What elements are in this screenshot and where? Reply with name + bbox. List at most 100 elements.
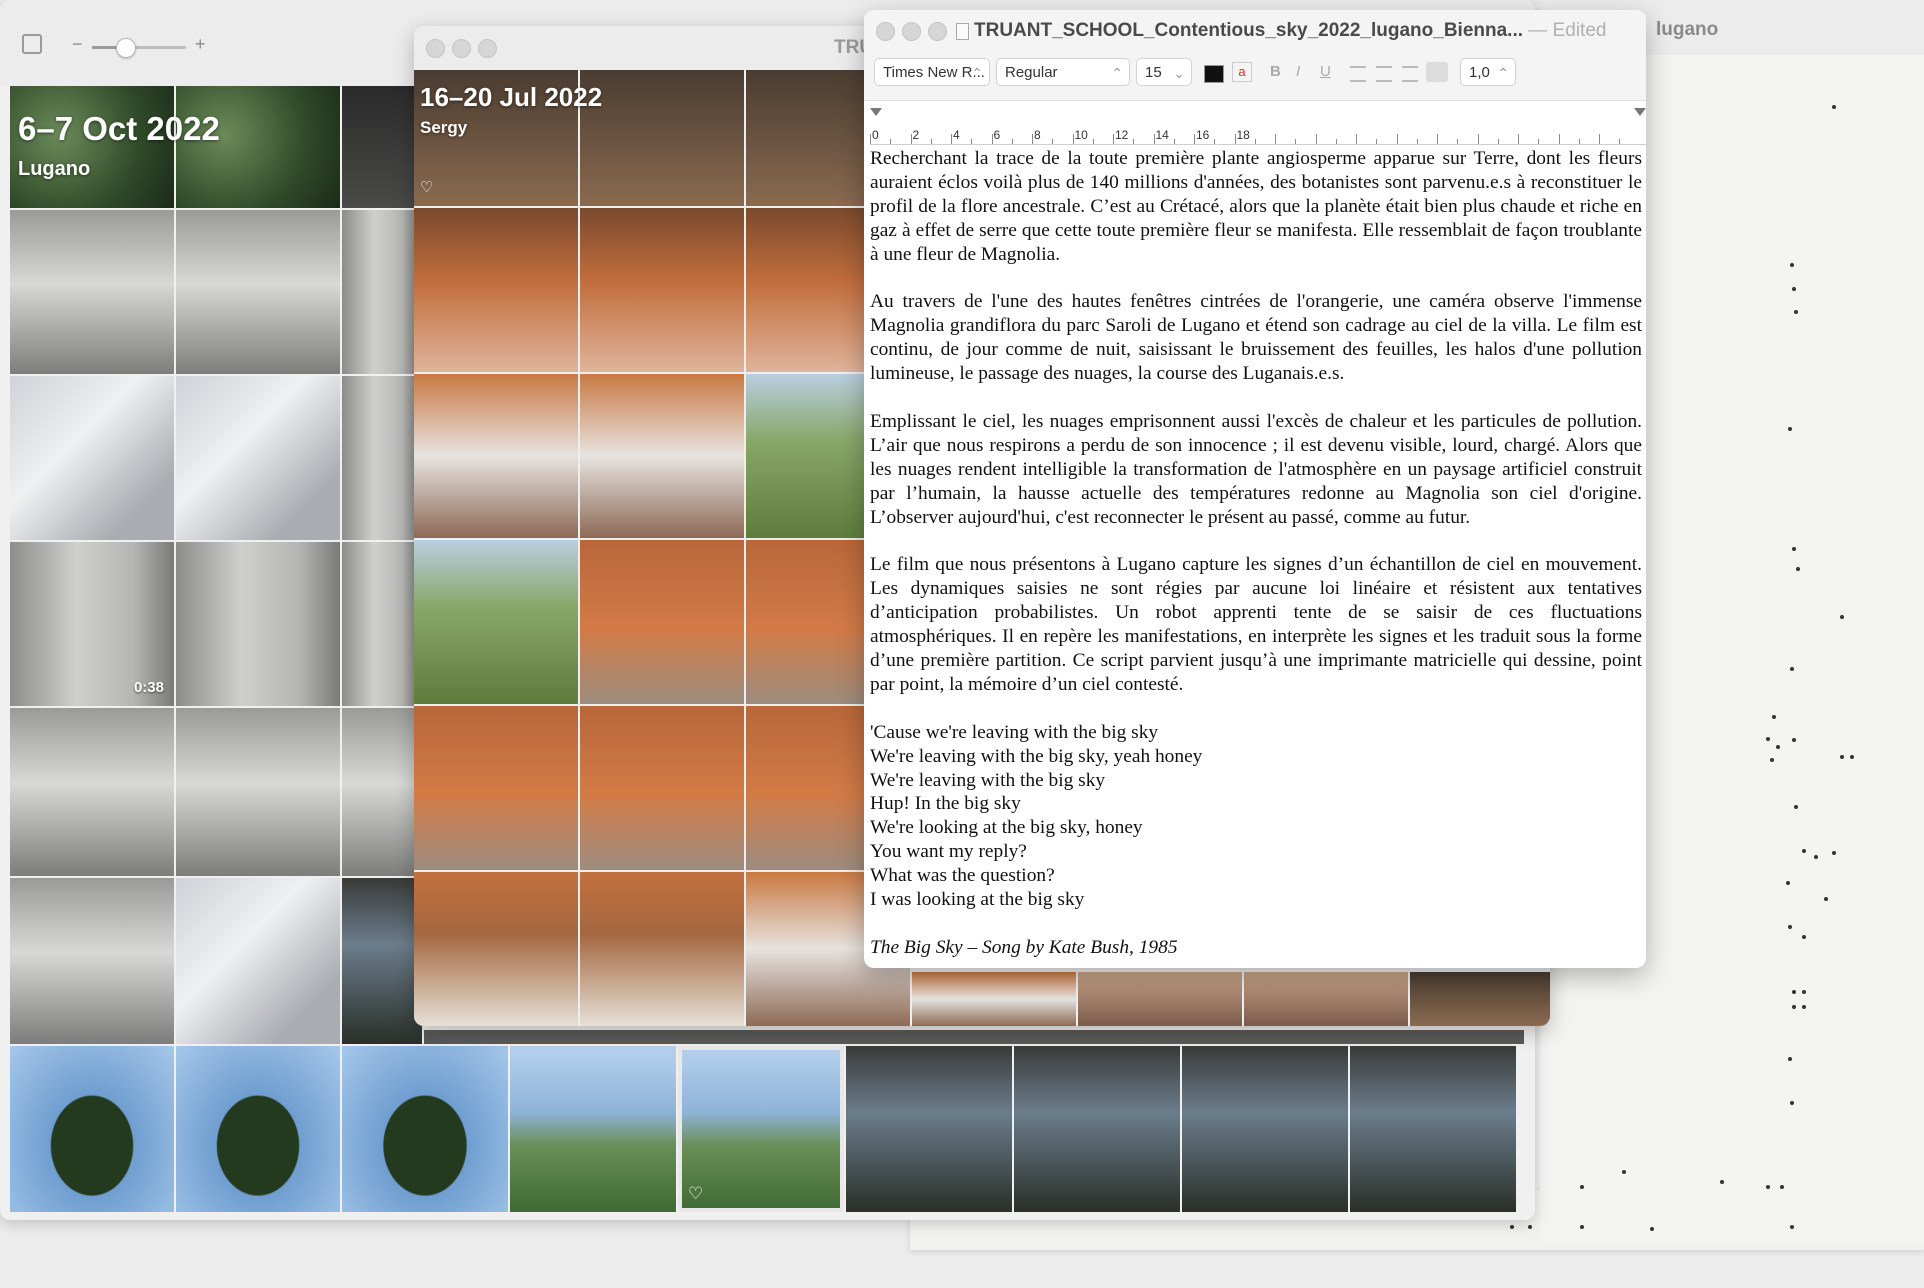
photo-tile[interactable] [1078,972,1242,1026]
line-spacing-select[interactable]: 1,0 ⌃ [1460,58,1516,86]
photo-tile[interactable] [580,540,744,704]
photo-tile[interactable] [846,1046,1012,1212]
minimize-button[interactable] [902,22,921,41]
font-size-combo[interactable]: 15 ⌄ [1136,58,1192,86]
minimize-button[interactable] [452,39,471,58]
photo-tile[interactable] [414,374,578,538]
ruler-tick [991,134,993,144]
document-body[interactable]: Recherchant la trace de la toute premièr… [870,147,1642,960]
zoom-out-button[interactable]: − [72,34,83,55]
heart-icon[interactable]: ♡ [420,178,433,196]
photo-tile[interactable] [342,86,422,208]
text-color-icon[interactable]: a [1232,62,1252,82]
photo-tile[interactable] [510,1046,676,1212]
document-name: TRUANT_SCHOOL_Contentious_sky_2022_lugan… [974,20,1524,41]
photo-tile[interactable] [1350,1046,1516,1212]
ruler-tick [910,134,912,144]
bold-button[interactable]: B [1270,63,1281,80]
photo-tile[interactable] [176,376,340,540]
photo-tile[interactable] [580,70,744,206]
ruler-tick [1335,139,1337,144]
text-ruler[interactable]: 0 2 4 6 8 10 12 14 16 18 [870,106,1646,145]
photo-tile[interactable] [414,540,578,704]
italic-button[interactable]: I [1296,63,1300,80]
ruler-tick [1416,139,1418,144]
video-duration: 0:38 [133,679,164,696]
photo-tile[interactable] [10,210,174,374]
font-style-select[interactable]: Regular ⌃ [996,58,1130,86]
ruler-tick [1518,134,1519,144]
photo-tile[interactable] [10,878,174,1044]
ruler-tick [951,134,952,144]
photo-tile[interactable] [342,878,422,1044]
ruler-tick [1295,139,1297,144]
ruler-tick [1173,139,1175,144]
photo-tile-selected[interactable]: ♡ [678,1046,844,1212]
sidebar-toggle-icon[interactable] [22,34,42,54]
ruler-tick [1356,134,1357,144]
paragraph: Le film que nous présentons à Lugano cap… [870,554,1642,695]
photo-tile[interactable] [1182,1046,1348,1212]
photo-tile[interactable] [10,1046,174,1212]
zoom-button[interactable] [928,22,947,41]
zoom-button[interactable] [478,39,497,58]
photo-tile[interactable] [176,542,340,706]
paragraph: Au travers de l'une des hautes fenêtres … [870,291,1642,385]
ruler-tick [1133,139,1135,144]
photo-tile[interactable] [414,706,578,870]
photo-tile[interactable] [342,708,422,876]
photo-tile[interactable] [342,1046,508,1212]
updown-chevron-icon: ⌃ [1111,65,1123,81]
ruler-tick [971,139,973,144]
photo-tile[interactable] [176,878,340,1044]
align-right-icon[interactable] [1402,66,1418,82]
color-well-icon[interactable] [1204,65,1224,83]
ruler-tick [1032,134,1033,144]
lyric-line: You want my reply? [870,841,1027,863]
zoom-slider-knob[interactable] [115,38,136,58]
font-family-select[interactable]: Times New R... ⌃ [874,58,990,86]
ruler-tick [1092,139,1094,144]
right-margin-marker-icon[interactable] [1634,108,1646,116]
textedit-titlebar: TRUANT_SCHOOL_Contentious_sky_2022_lugan… [864,10,1646,101]
close-button[interactable] [876,22,895,41]
photo-tile[interactable] [10,708,174,876]
ruler-tick [1275,134,1276,144]
align-left-icon[interactable] [1350,66,1366,82]
justify-icon[interactable] [1426,62,1448,82]
line-spacing-value: 1,0 [1469,64,1490,81]
photo-tile[interactable] [414,208,578,372]
photo-tile[interactable] [342,210,422,374]
lyric-line: 'Cause we're leaving with the big sky [870,721,1159,743]
ruler-number: 16 [1196,128,1210,142]
paragraph: Recherchant la trace de la toute premièr… [870,148,1642,265]
photo-tile[interactable] [414,872,578,1026]
photo-tile[interactable] [580,208,744,372]
heart-icon[interactable]: ♡ [688,1184,703,1204]
ruler-tick [1558,134,1560,144]
photo-tile[interactable] [176,708,340,876]
photo-tile[interactable] [580,374,744,538]
ruler-tick [1599,134,1600,144]
photo-tile[interactable] [580,706,744,870]
zoom-slider[interactable] [92,38,186,58]
ruler-tick [1113,134,1114,144]
left-margin-marker-icon[interactable] [870,108,882,116]
video-tile[interactable]: 0:38 [10,542,174,706]
close-button[interactable] [426,39,445,58]
underline-button[interactable]: U [1320,63,1331,80]
photo-tile[interactable] [176,210,340,374]
photo-tile[interactable] [912,972,1076,1026]
photo-tile[interactable] [1014,1046,1180,1212]
zoom-in-button[interactable]: + [195,34,206,55]
photo-tile[interactable] [176,1046,340,1212]
photo-tile[interactable] [1244,972,1408,1026]
align-center-icon[interactable] [1376,66,1392,82]
photo-tile[interactable] [342,542,422,706]
ruler-tick [1619,139,1621,144]
photo-tile[interactable] [342,376,422,540]
photo-tile[interactable] [10,376,174,540]
photo-tile[interactable] [580,872,744,1026]
ruler-number: 2 [912,128,920,142]
photo-tile[interactable] [1410,972,1550,1026]
